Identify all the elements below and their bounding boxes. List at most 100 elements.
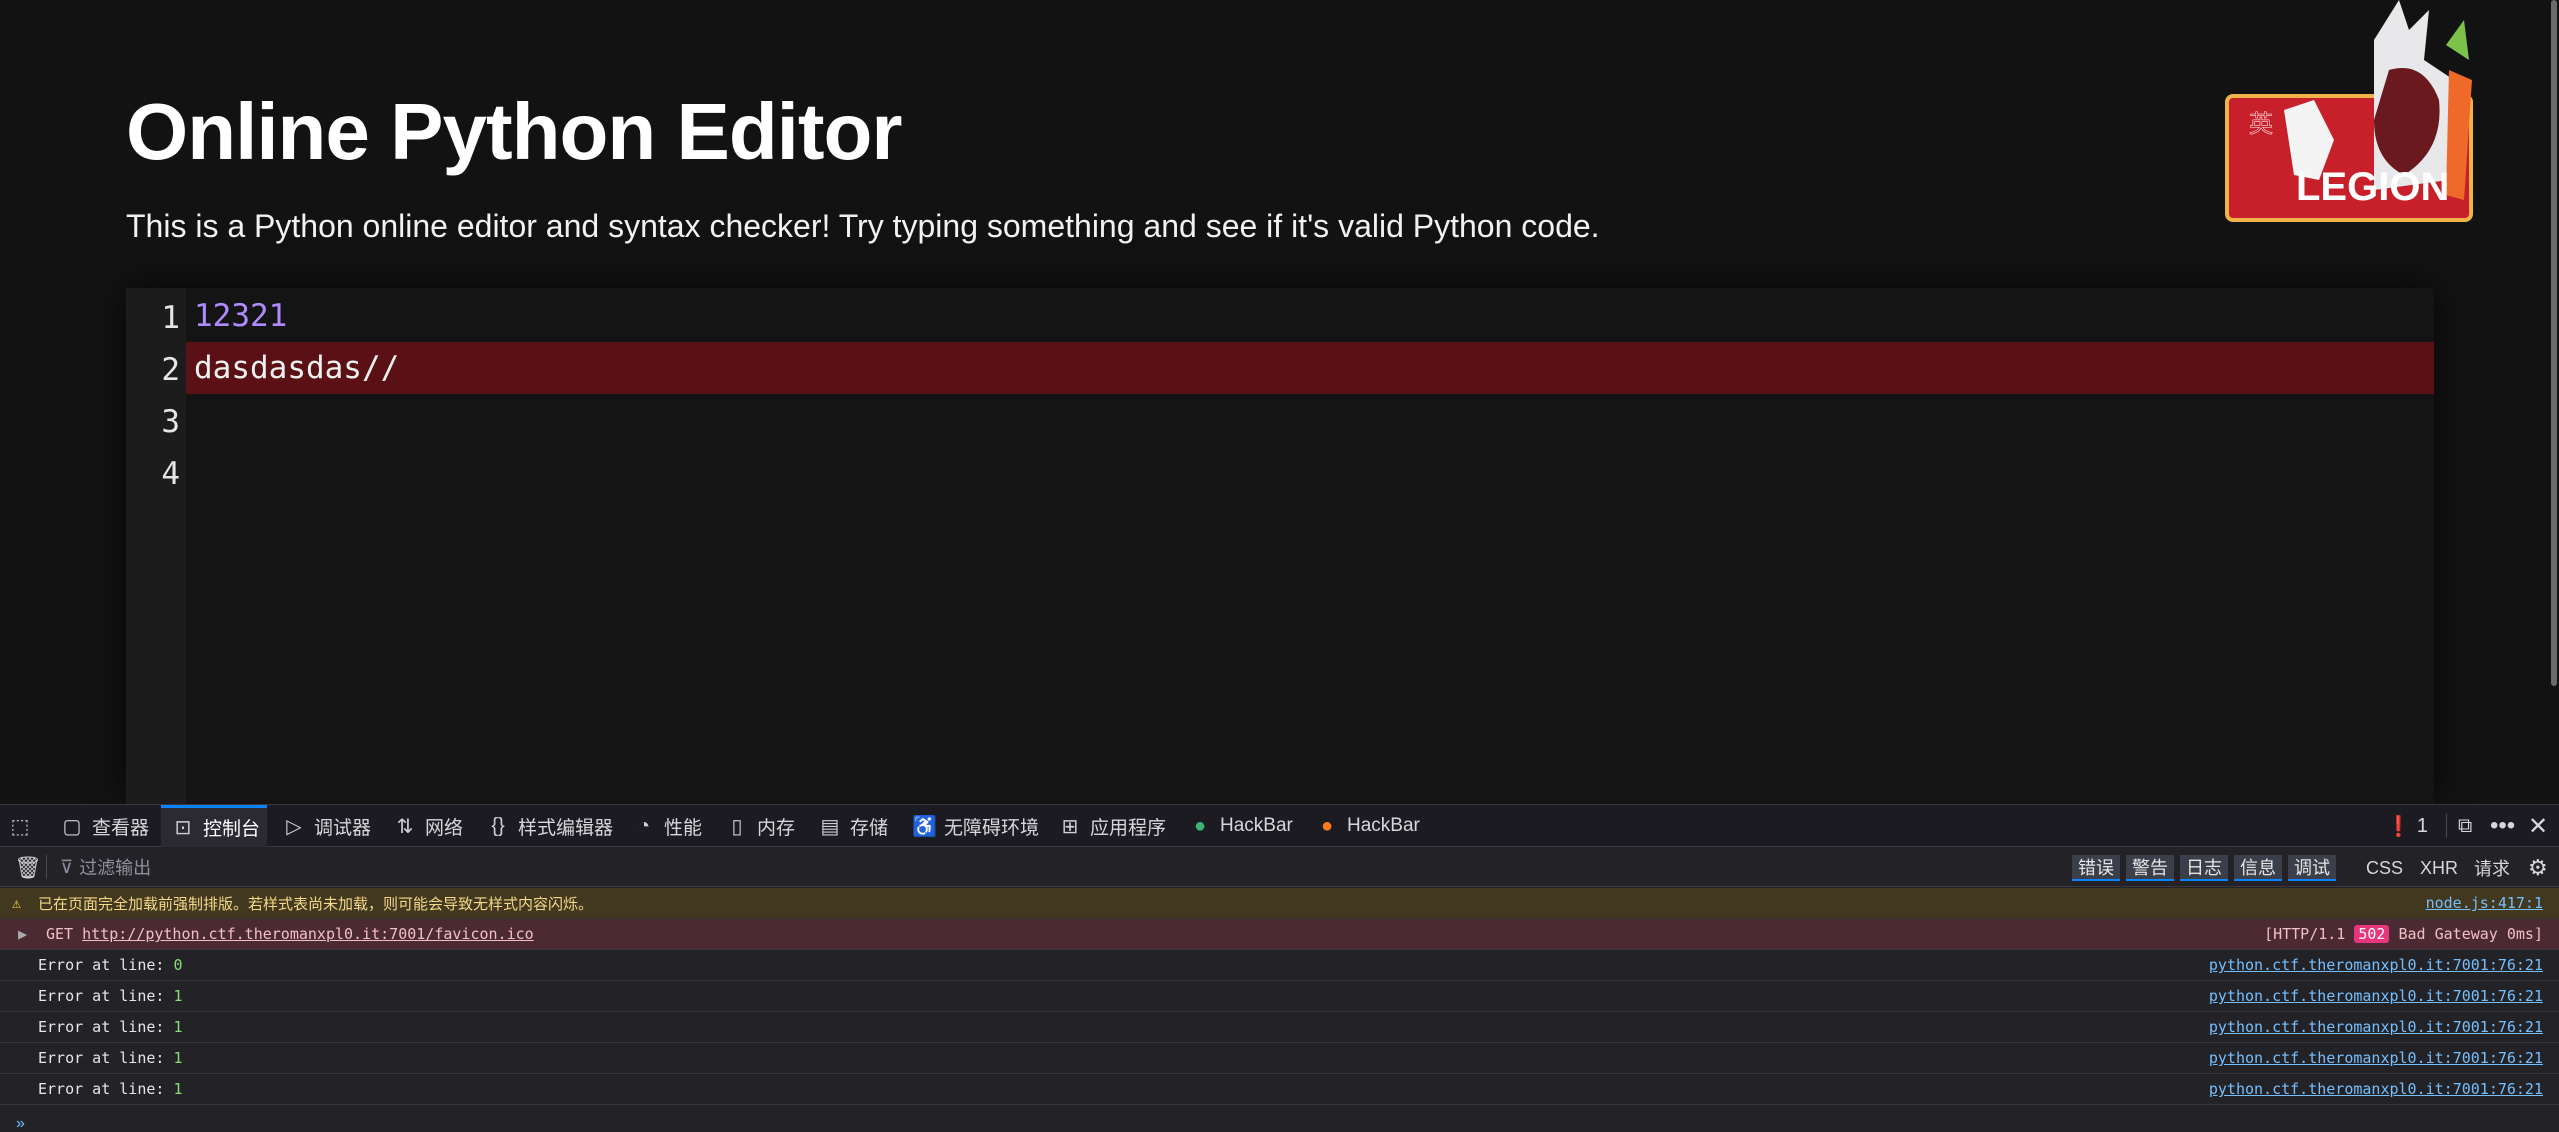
close-icon[interactable]: ✕ xyxy=(2528,805,2548,847)
line-number-gutter: 1 2 3 4 xyxy=(126,288,186,804)
tab-application[interactable]: ⊞ 应用程序 xyxy=(1058,805,1166,847)
error-count: 1 xyxy=(2416,814,2429,837)
tab-memory[interactable]: ▯ 内存 xyxy=(725,805,795,847)
tab-debugger[interactable]: ▷ 调试器 xyxy=(282,805,371,847)
hackbar-firefox-icon: ● xyxy=(1320,814,1334,837)
page-subtitle: This is a Python online editor and synta… xyxy=(126,208,1600,244)
log-message: Error at line: 1 xyxy=(38,1080,183,1098)
logo-kanji: 英 xyxy=(2249,110,2273,138)
log-source-link[interactable]: python.ctf.theromanxpl0.it:7001:76:21 xyxy=(2209,1049,2543,1067)
type-xhr-toggle[interactable]: XHR xyxy=(2420,855,2458,881)
tab-performance[interactable]: ◔ 性能 xyxy=(632,805,702,847)
error-icon: ❗ xyxy=(2386,815,2411,838)
code-line[interactable]: 12321 xyxy=(186,290,2434,342)
trash-icon[interactable]: 🗑 xyxy=(14,855,42,881)
log-message: GET http://python.ctf.theromanxpl0.it:70… xyxy=(46,925,534,943)
console-filter-bar: 🗑 ⊽ 过滤输出 错误 警告 日志 信息 调试 CSS XHR 请求 ⚙ xyxy=(0,847,2559,887)
level-info-toggle[interactable]: 信息 xyxy=(2234,855,2282,881)
status-code-badge: 502 xyxy=(2354,925,2390,943)
level-warnings-toggle[interactable]: 警告 xyxy=(2126,855,2174,881)
page-scrollbar[interactable] xyxy=(2551,0,2557,686)
code-line-error[interactable]: dasdasdas// xyxy=(186,342,2434,394)
code-editor[interactable]: 1 2 3 4 12321 dasdasdas// xyxy=(126,288,2434,804)
tab-storage[interactable]: ▤ 存储 xyxy=(818,805,888,847)
code-line[interactable] xyxy=(186,446,2434,498)
page-title: Online Python Editor xyxy=(126,87,903,176)
tab-label: 调试器 xyxy=(314,817,372,839)
console-network-row[interactable]: ▶ GET http://python.ctf.theromanxpl0.it:… xyxy=(0,919,2559,950)
tab-console[interactable]: ⊡ 控制台 xyxy=(161,805,267,847)
level-errors-toggle[interactable]: 错误 xyxy=(2072,855,2120,881)
performance-icon: ◔ xyxy=(637,814,651,837)
request-method: GET xyxy=(46,925,74,943)
log-source-link[interactable]: node.js:417:1 xyxy=(2426,894,2543,912)
level-logs-toggle[interactable]: 日志 xyxy=(2180,855,2228,881)
filter-output-input[interactable]: ⊽ 过滤输出 xyxy=(60,847,151,887)
more-options-icon[interactable]: ••• xyxy=(2490,805,2515,847)
log-text: Error at line: xyxy=(38,956,165,974)
log-message: Error at line: 1 xyxy=(38,1049,183,1067)
log-message: Error at line: 0 xyxy=(38,956,183,974)
console-warning-row: ⚠ 已在页面完全加载前强制排版。若样式表尚未加载，则可能会导致无样式内容闪烁。 … xyxy=(0,888,2559,919)
log-number: 1 xyxy=(173,987,183,1005)
console-log-row: Error at line: 1 python.ctf.theromanxpl0… xyxy=(0,981,2559,1012)
log-number: 0 xyxy=(173,956,183,974)
log-number: 1 xyxy=(173,1080,183,1098)
status-prefix: [HTTP/1.1 xyxy=(2264,925,2346,943)
tab-inspector[interactable]: ▢ 查看器 xyxy=(60,805,149,847)
response-status: [HTTP/1.1 502 Bad Gateway 0ms] xyxy=(2264,925,2543,943)
tab-accessibility[interactable]: ♿ 无障碍环境 xyxy=(912,805,1039,847)
web-page: Online Python Editor This is a Python on… xyxy=(0,0,2559,804)
line-number: 2 xyxy=(161,352,180,388)
log-number: 1 xyxy=(173,1018,183,1036)
console-log-row: Error at line: 1 python.ctf.theromanxpl0… xyxy=(0,1074,2559,1105)
inspector-icon: ▢ xyxy=(62,815,82,838)
number-token: 12321 xyxy=(194,298,288,334)
tab-hackbar-2[interactable]: ● HackBar xyxy=(1315,805,1420,847)
tab-hackbar-1[interactable]: ● HackBar xyxy=(1188,805,1293,847)
hackbar-green-icon: ● xyxy=(1193,814,1207,837)
divider xyxy=(2446,814,2447,838)
log-number: 1 xyxy=(173,1049,183,1067)
tab-label: HackBar xyxy=(1220,815,1293,836)
filter-placeholder: 过滤输出 xyxy=(79,858,152,878)
filter-icon: ⊽ xyxy=(60,856,74,877)
legion-logo: 英 LEGION xyxy=(2224,0,2474,224)
network-icon: ⇅ xyxy=(396,815,414,838)
warning-icon: ⚠ xyxy=(12,894,22,912)
application-icon: ⊞ xyxy=(1061,815,1079,838)
type-css-toggle[interactable]: CSS xyxy=(2366,855,2403,881)
console-log-row: Error at line: 0 python.ctf.theromanxpl0… xyxy=(0,950,2559,981)
accessibility-icon: ♿ xyxy=(912,815,937,838)
console-log-row: Error at line: 1 python.ctf.theromanxpl0… xyxy=(0,1012,2559,1043)
logo-text: LEGION xyxy=(2296,165,2449,209)
error-count-badge[interactable]: ❗ 1 xyxy=(2386,805,2428,847)
request-url[interactable]: http://python.ctf.theromanxpl0.it:7001/f… xyxy=(82,925,534,943)
tab-label: 存储 xyxy=(850,817,889,839)
divider xyxy=(46,855,47,879)
log-text: Error at line: xyxy=(38,1080,165,1098)
tab-style-editor[interactable]: {} 样式编辑器 xyxy=(486,805,613,847)
line-number: 4 xyxy=(161,456,180,492)
console-icon: ⊡ xyxy=(174,817,192,839)
tab-label: 控制台 xyxy=(203,819,261,840)
code-line[interactable] xyxy=(186,394,2434,446)
tab-network[interactable]: ⇅ 网络 xyxy=(393,805,463,847)
settings-gear-icon[interactable]: ⚙ xyxy=(2528,855,2548,881)
dock-toggle-icon[interactable]: ⧉ xyxy=(2458,805,2472,847)
storage-icon: ▤ xyxy=(820,815,840,838)
type-requests-toggle[interactable]: 请求 xyxy=(2474,855,2510,881)
log-source-link[interactable]: python.ctf.theromanxpl0.it:7001:76:21 xyxy=(2209,956,2543,974)
log-source-link[interactable]: python.ctf.theromanxpl0.it:7001:76:21 xyxy=(2209,987,2543,1005)
level-debug-toggle[interactable]: 调试 xyxy=(2288,855,2336,881)
expand-triangle-icon[interactable]: ▶ xyxy=(18,925,27,943)
element-picker-button[interactable]: ⬚ xyxy=(8,805,32,847)
style-editor-icon: {} xyxy=(491,814,505,837)
log-source-link[interactable]: python.ctf.theromanxpl0.it:7001:76:21 xyxy=(2209,1018,2543,1036)
tab-label: 网络 xyxy=(425,817,464,839)
tab-label: 无障碍环境 xyxy=(944,817,1040,839)
console-input-prompt[interactable]: » xyxy=(16,1115,25,1132)
log-source-link[interactable]: python.ctf.theromanxpl0.it:7001:76:21 xyxy=(2209,1080,2543,1098)
tab-label: 样式编辑器 xyxy=(518,817,614,839)
log-message: 已在页面完全加载前强制排版。若样式表尚未加载，则可能会导致无样式内容闪烁。 xyxy=(38,894,594,913)
